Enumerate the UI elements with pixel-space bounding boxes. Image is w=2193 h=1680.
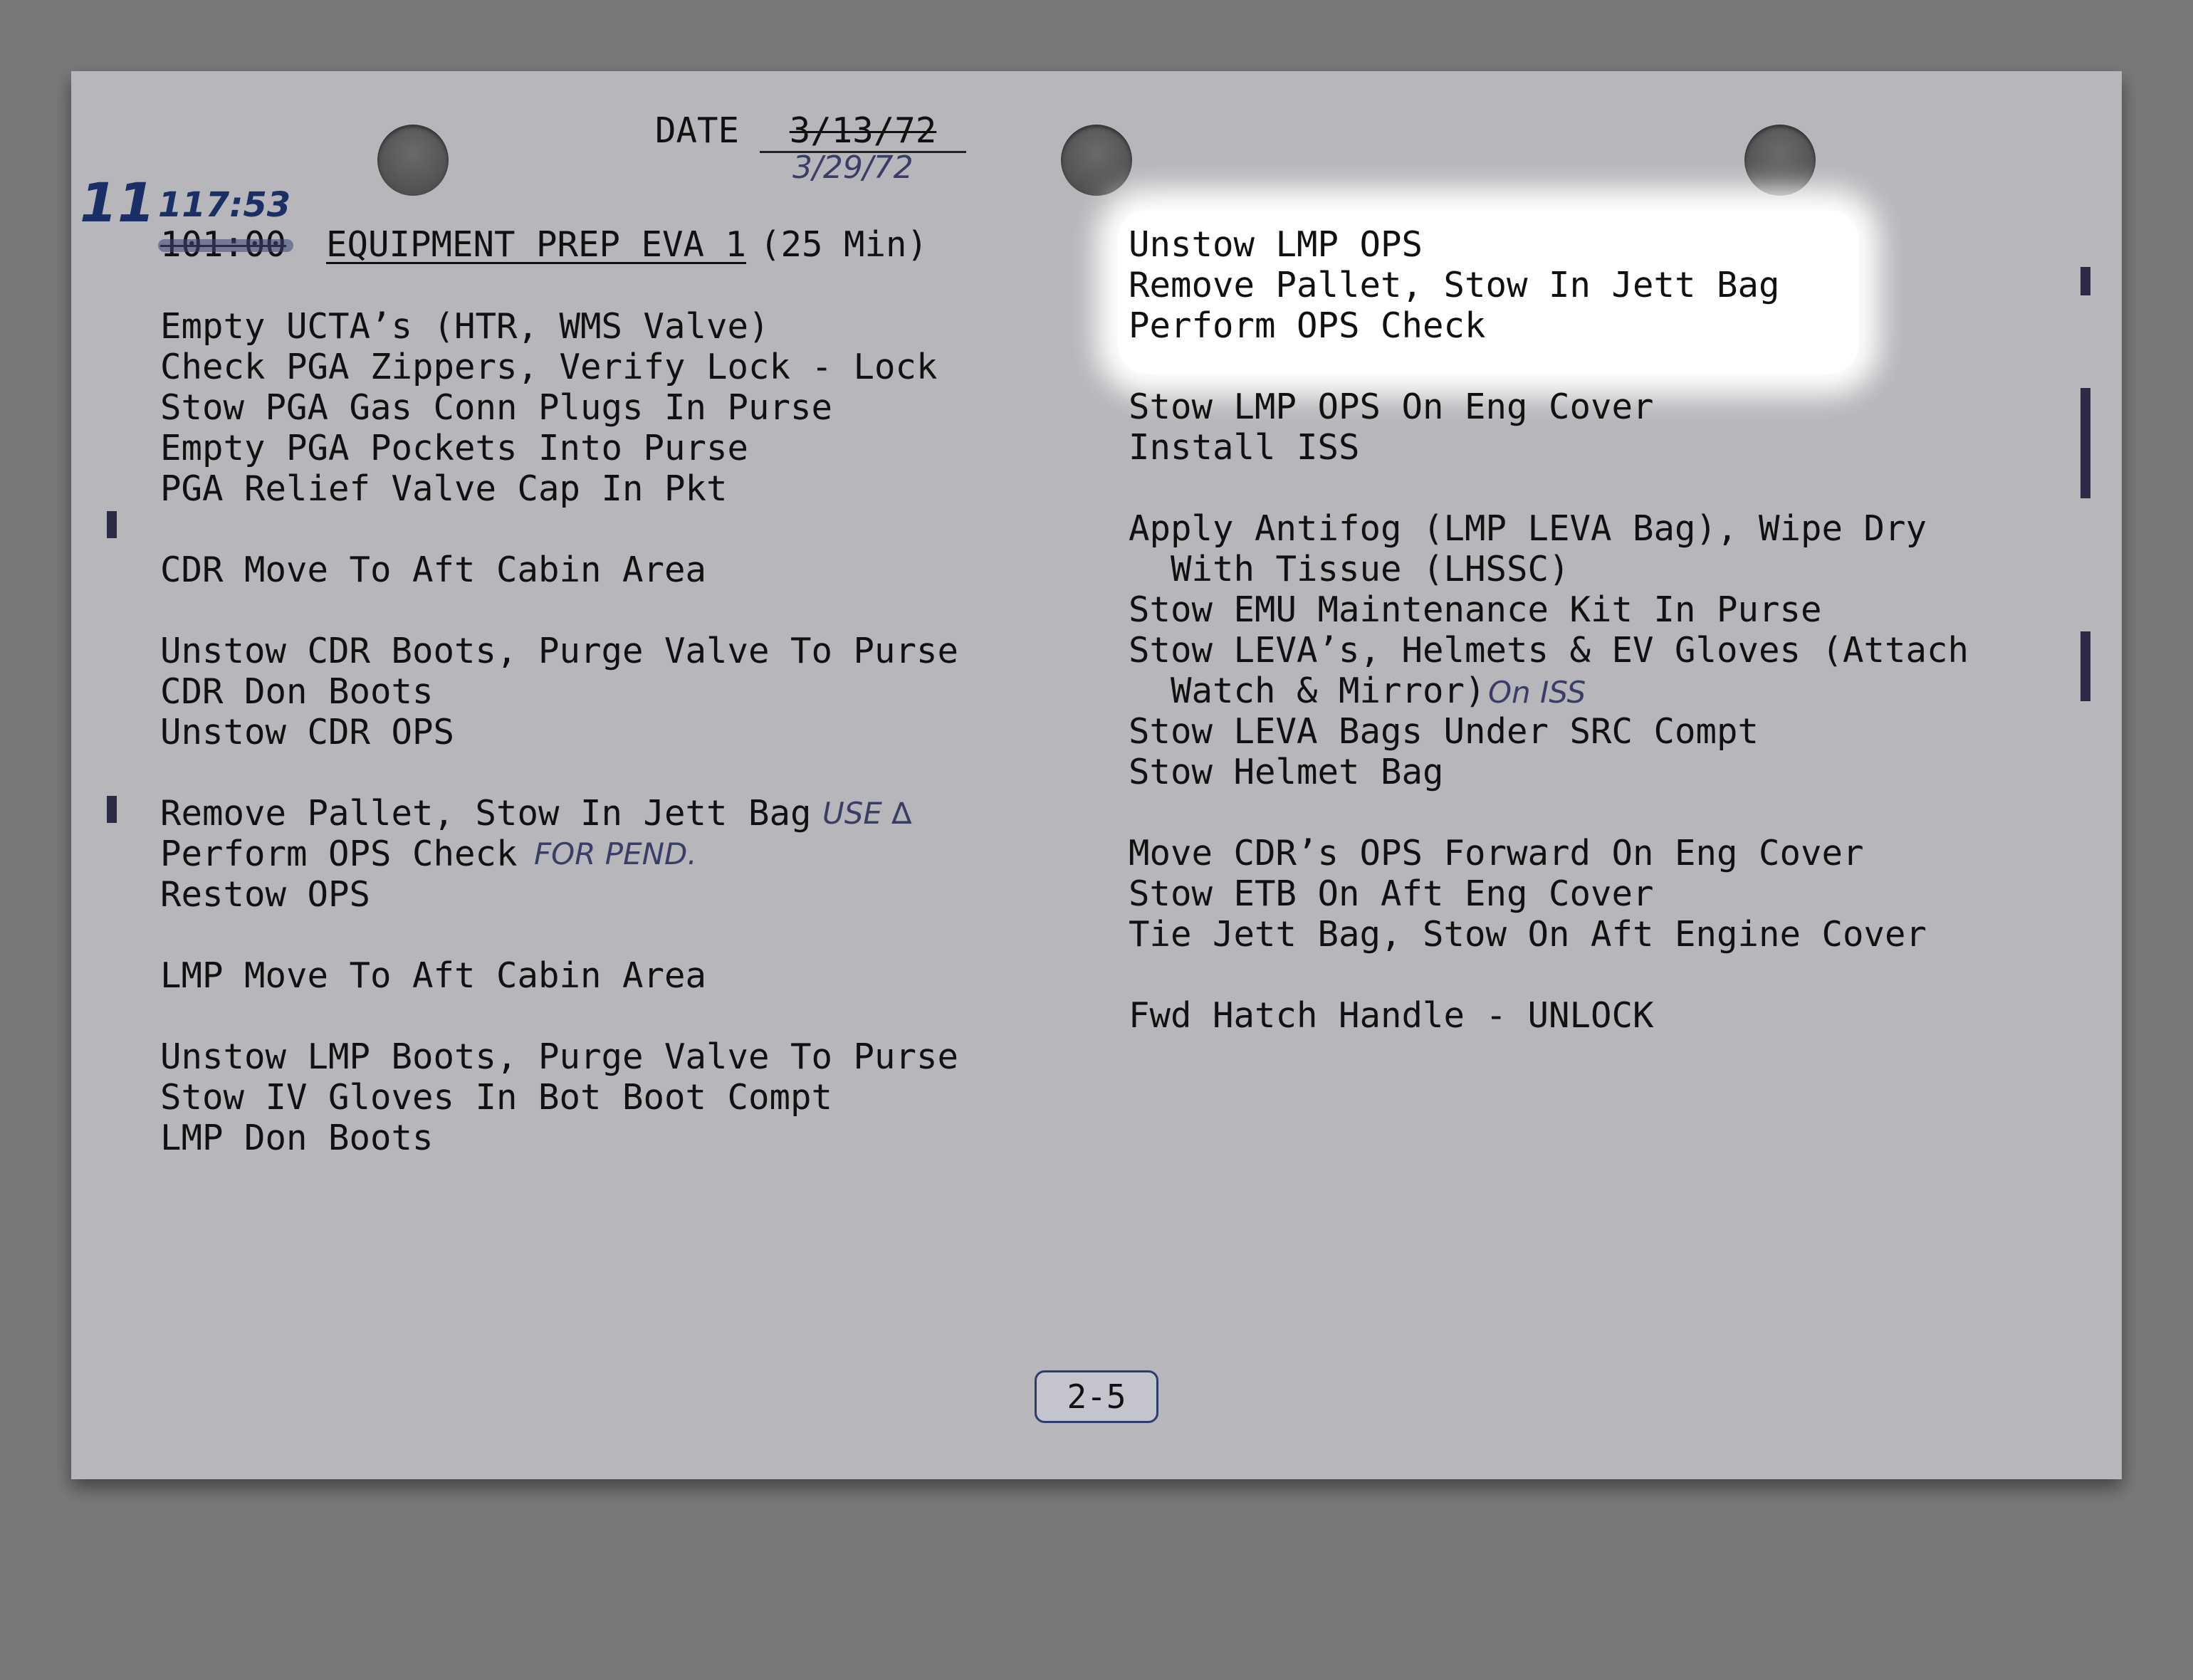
- list-item: CDR Move To Aft Cabin Area: [160, 550, 707, 590]
- day-number-annotation: 11: [80, 171, 155, 234]
- list-item: Unstow LMP OPS: [1129, 224, 1423, 265]
- list-item: CDR Don Boots: [160, 671, 434, 712]
- list-item: Fwd Hatch Handle - UNLOCK: [1129, 995, 1654, 1036]
- change-bar: [107, 511, 117, 538]
- list-item: Unstow CDR OPS: [160, 712, 455, 752]
- handwritten-note: On ISS: [1488, 675, 1586, 710]
- list-item: Stow Helmet Bag: [1129, 752, 1444, 792]
- list-item: LMP Don Boots: [160, 1118, 434, 1158]
- date-revised: 3/29/72: [792, 149, 914, 186]
- change-bar: [2081, 631, 2090, 701]
- list-item: Watch & Mirror): [1129, 671, 1486, 711]
- checklist-page: DATE 3/13/72 3/29/72 11 117:53 101:00 EQ…: [71, 71, 2122, 1479]
- time-strikeout-mark: [158, 239, 293, 252]
- list-item: Apply Antifog (LMP LEVA Bag), Wipe Dry: [1129, 508, 1927, 549]
- list-item: Empty UCTA’s (HTR, WMS Valve): [160, 306, 770, 347]
- list-item: Remove Pallet, Stow In Jett Bag: [160, 793, 812, 834]
- binder-hole: [1061, 125, 1132, 196]
- list-item: Stow ETB On Aft Eng Cover: [1129, 873, 1654, 914]
- list-item: Move CDR’s OPS Forward On Eng Cover: [1129, 833, 1864, 873]
- change-bar: [2081, 388, 2090, 498]
- list-item: Stow EMU Maintenance Kit In Purse: [1129, 589, 1822, 630]
- procedure-title: EQUIPMENT PREP EVA 1: [326, 224, 747, 265]
- list-item: Stow LEVA Bags Under SRC Compt: [1129, 711, 1759, 752]
- list-item: Stow LMP OPS On Eng Cover: [1129, 387, 1654, 427]
- list-item: Restow OPS: [160, 874, 371, 915]
- list-item: Perform OPS Check: [160, 834, 518, 874]
- list-item: Stow LEVA’s, Helmets & EV Gloves (Attach: [1129, 630, 1969, 671]
- list-item: PGA Relief Valve Cap In Pkt: [160, 468, 728, 509]
- revised-time-annotation: 117:53: [158, 185, 291, 225]
- list-item: Check PGA Zippers, Verify Lock - Lock: [160, 347, 938, 387]
- list-item: Stow IV Gloves In Bot Boot Compt: [160, 1077, 833, 1118]
- page-number: 2-5: [1035, 1370, 1158, 1423]
- binder-hole: [377, 125, 449, 196]
- date-original: 3/13/72: [760, 110, 966, 153]
- list-item: Perform OPS Check: [1129, 305, 1486, 346]
- procedure-duration: (25 Min): [760, 224, 928, 265]
- binder-hole: [1744, 125, 1816, 196]
- change-bar: [107, 796, 117, 823]
- list-item: Unstow LMP Boots, Purge Valve To Purse: [160, 1036, 959, 1077]
- list-item: Empty PGA Pockets Into Purse: [160, 428, 749, 468]
- list-item: LMP Move To Aft Cabin Area: [160, 955, 707, 996]
- change-bar: [2081, 267, 2090, 295]
- handwritten-note: USE ∆: [822, 796, 912, 831]
- list-item: Stow PGA Gas Conn Plugs In Purse: [160, 387, 833, 428]
- date-label: DATE: [655, 110, 740, 151]
- list-item: Remove Pallet, Stow In Jett Bag: [1129, 265, 1780, 305]
- list-item: Tie Jett Bag, Stow On Aft Engine Cover: [1129, 914, 1927, 955]
- list-item: Unstow CDR Boots, Purge Valve To Purse: [160, 631, 959, 671]
- handwritten-note: FOR PEND.: [534, 836, 697, 871]
- list-item: With Tissue (LHSSC): [1129, 549, 1570, 589]
- list-item: Install ISS: [1129, 427, 1360, 468]
